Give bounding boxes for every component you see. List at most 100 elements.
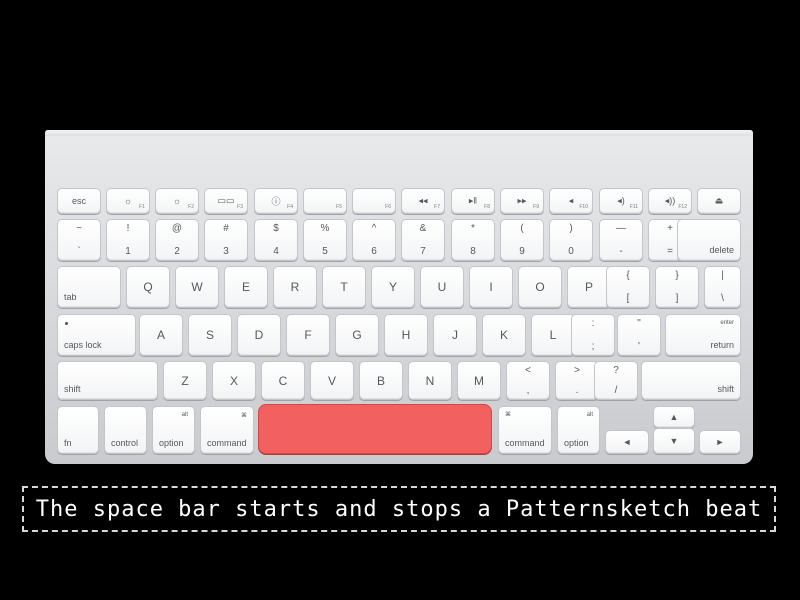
tab-key[interactable]: tab xyxy=(57,266,121,308)
number-key-bottom: 3 xyxy=(223,246,229,257)
number-key-bottom: 4 xyxy=(273,246,279,257)
caps-lock-indicator-icon xyxy=(65,322,68,325)
number-key-11[interactable]: — - xyxy=(599,219,643,261)
punct-key-2[interactable]: ? / xyxy=(594,361,638,400)
key-a[interactable]: A xyxy=(139,314,183,356)
quote-key[interactable]: " ' xyxy=(617,314,661,356)
shift-right-key[interactable]: shift xyxy=(641,361,741,400)
number-key-top: ~ xyxy=(76,223,82,234)
number-key-2[interactable]: @2 xyxy=(155,219,199,261)
key-z-label: Z xyxy=(181,373,189,388)
keyboard-top-edge xyxy=(45,130,753,136)
command-right-label: command xyxy=(505,438,545,448)
arrow-up-key[interactable]: ▲ xyxy=(653,406,695,428)
f1-key[interactable]: ☼ F1 xyxy=(106,188,150,214)
key-w[interactable]: W xyxy=(175,266,219,308)
bracket-key-bottom: ] xyxy=(675,293,679,304)
key-m[interactable]: M xyxy=(457,361,501,400)
key-s[interactable]: S xyxy=(188,314,232,356)
f10-key[interactable]: ◂ F10 xyxy=(549,188,593,214)
key-u[interactable]: U xyxy=(420,266,464,308)
key-v[interactable]: V xyxy=(310,361,354,400)
delete-label: delete xyxy=(709,245,734,255)
key-j[interactable]: J xyxy=(433,314,477,356)
key-c[interactable]: C xyxy=(261,361,305,400)
number-key-5[interactable]: % 5 xyxy=(303,219,347,261)
key-f[interactable]: F xyxy=(286,314,330,356)
number-key-bottom: 6 xyxy=(371,246,377,257)
arrow-left-key[interactable]: ◄ xyxy=(605,430,649,454)
key-r[interactable]: R xyxy=(273,266,317,308)
number-key-9[interactable]: (9 xyxy=(500,219,544,261)
f5-key[interactable]: F5 xyxy=(303,188,347,214)
option-left-label: option xyxy=(159,438,184,448)
f2-key[interactable]: ☼ F2 xyxy=(155,188,199,214)
f8-key[interactable]: ▸ǁ F8 xyxy=(451,188,495,214)
bracket-key-1[interactable]: }] xyxy=(655,266,699,308)
number-key-1[interactable]: ! 1 xyxy=(106,219,150,261)
key-g[interactable]: G xyxy=(335,314,379,356)
return-key[interactable]: enter return xyxy=(665,314,741,356)
f3-key[interactable]: ▭▭ F3 xyxy=(204,188,248,214)
f9-key[interactable]: ▸▸ F9 xyxy=(500,188,544,214)
number-key-7[interactable]: & 7 xyxy=(401,219,445,261)
number-key-bottom: ` xyxy=(77,246,81,257)
key-q-label: Q xyxy=(143,280,153,294)
caps-lock-key[interactable]: caps lock xyxy=(57,314,136,356)
key-l[interactable]: L xyxy=(531,314,575,356)
f1-key-number: F1 xyxy=(139,204,145,210)
key-d[interactable]: D xyxy=(237,314,281,356)
key-b[interactable]: B xyxy=(359,361,403,400)
bracket-key-0[interactable]: {[ xyxy=(606,266,650,308)
command-left-key[interactable]: ⌘ command xyxy=(200,406,254,454)
f2-key-number: F2 xyxy=(188,204,194,210)
fn-key[interactable]: fn xyxy=(57,406,99,454)
option-right-key[interactable]: alt option xyxy=(557,406,600,454)
number-key-10[interactable]: ) 0 xyxy=(549,219,593,261)
f7-key[interactable]: ◂◂ F7 xyxy=(401,188,445,214)
shift-left-key[interactable]: shift xyxy=(57,361,158,400)
number-key-3[interactable]: #3 xyxy=(204,219,248,261)
option-left-key[interactable]: alt option xyxy=(152,406,195,454)
shift-left-label: shift xyxy=(64,384,81,394)
key-e[interactable]: E xyxy=(224,266,268,308)
key-y[interactable]: Y xyxy=(371,266,415,308)
f11-key[interactable]: ◂) F11 xyxy=(599,188,643,214)
key-a-label: A xyxy=(156,328,165,342)
f4-key[interactable]: ⓘ F4 xyxy=(254,188,298,214)
key-t[interactable]: T xyxy=(322,266,366,308)
esc-key[interactable]: esc xyxy=(57,188,101,214)
key-p[interactable]: P xyxy=(567,266,611,308)
key-n[interactable]: N xyxy=(408,361,452,400)
key-k[interactable]: K xyxy=(482,314,526,356)
key-o[interactable]: O xyxy=(518,266,562,308)
control-key[interactable]: control xyxy=(104,406,147,454)
f6-key[interactable]: F6 xyxy=(352,188,396,214)
f12-key[interactable]: ◂)) F12 xyxy=(648,188,692,214)
shift-right-label: shift xyxy=(717,384,734,394)
arrow-left-icon: ◄ xyxy=(622,437,632,447)
punct-key-1[interactable]: >. xyxy=(555,361,599,400)
number-key-0[interactable]: ~ ` xyxy=(57,219,101,261)
delete-key[interactable]: delete xyxy=(677,219,741,261)
space-bar[interactable] xyxy=(258,404,492,454)
key-i[interactable]: I xyxy=(469,266,513,308)
semicolon-key[interactable]: :; xyxy=(571,314,615,356)
command-right-key[interactable]: ⌘ command xyxy=(498,406,552,454)
punct-key-0[interactable]: <, xyxy=(506,361,550,400)
number-key-8[interactable]: * 8 xyxy=(451,219,495,261)
command-left-label: command xyxy=(207,438,247,448)
key-t-label: T xyxy=(340,280,348,294)
key-q[interactable]: Q xyxy=(126,266,170,308)
number-key-4[interactable]: $4 xyxy=(254,219,298,261)
arrow-right-key[interactable]: ► xyxy=(699,430,741,454)
key-h[interactable]: H xyxy=(384,314,428,356)
key-z[interactable]: Z xyxy=(163,361,207,400)
key-x[interactable]: X xyxy=(212,361,256,400)
bracket-key-2[interactable]: | \ xyxy=(704,266,741,308)
f12-key-number: F12 xyxy=(678,204,687,210)
bracket-key-top: | xyxy=(721,270,724,281)
arrow-down-key[interactable]: ▼ xyxy=(653,428,695,454)
number-key-6[interactable]: ^ 6 xyxy=(352,219,396,261)
eject-key[interactable]: ⏏ xyxy=(697,188,741,214)
